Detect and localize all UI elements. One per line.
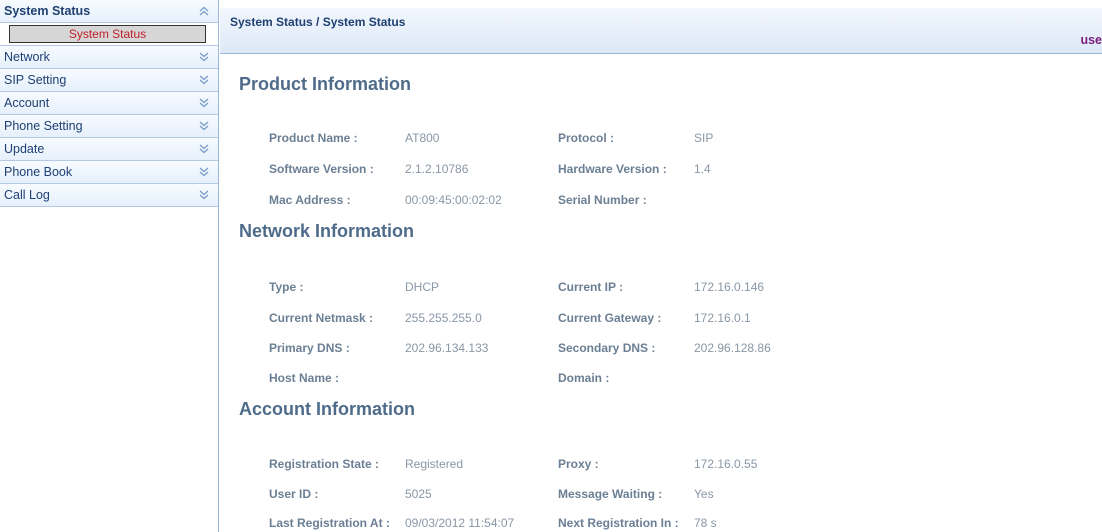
sidebar-item-label: Phone Book (4, 165, 73, 179)
field-value: 78 s (694, 516, 717, 530)
field-value: AT800 (405, 131, 440, 145)
field-label: Hardware Version : (558, 162, 667, 176)
sidebar-item-label: System Status (4, 4, 91, 18)
field-label: User ID : (269, 487, 319, 501)
section-title-account: Account Information (239, 399, 415, 419)
chevron-double-down-icon (199, 52, 209, 62)
field-value: Yes (694, 487, 714, 501)
field-value: 255.255.255.0 (405, 311, 482, 325)
sidebar-item-label: Network (4, 50, 50, 64)
field-value: 202.96.128.86 (694, 341, 771, 355)
field-value: SIP (694, 131, 714, 145)
sidebar-item-network[interactable]: Network (0, 46, 218, 69)
info-row: Current Netmask : 255.255.255.0 Current … (220, 311, 1102, 327)
chevron-double-down-icon (199, 98, 209, 108)
field-label: Protocol : (558, 131, 614, 145)
field-label: Domain : (558, 371, 610, 385)
info-row: Last Registration At : 09/03/2012 11:54:… (220, 516, 1102, 532)
field-label: Product Name : (269, 131, 358, 145)
field-value: 202.96.134.133 (405, 341, 489, 355)
header-bar: System Status / System Status use (220, 8, 1102, 54)
sidebar-item-phone-setting[interactable]: Phone Setting (0, 115, 218, 138)
field-label: Current IP : (558, 280, 624, 294)
field-label: Message Waiting : (558, 487, 663, 501)
chevron-double-down-icon (199, 75, 209, 85)
field-label: Registration State : (269, 457, 380, 471)
field-value: 172.16.0.146 (694, 280, 765, 294)
info-row: Mac Address : 00:09:45:00:02:02 Serial N… (220, 193, 1102, 209)
info-row: Registration State : Registered Proxy : … (220, 457, 1102, 473)
chevron-double-up-icon (199, 6, 209, 16)
main-content: System Status / System Status use Produc… (220, 0, 1102, 532)
chevron-double-down-icon (199, 190, 209, 200)
field-label: Proxy : (558, 457, 599, 471)
field-label: Current Netmask : (269, 311, 374, 325)
field-label: Secondary DNS : (558, 341, 656, 355)
field-value: 2.1.2.10786 (405, 162, 469, 176)
sidebar-item-call-log[interactable]: Call Log (0, 184, 218, 207)
field-value: 5025 (405, 487, 432, 501)
section-title-network: Network Information (239, 221, 415, 241)
info-row: Primary DNS : 202.96.134.133 Secondary D… (220, 341, 1102, 357)
field-label: Primary DNS : (269, 341, 350, 355)
field-value: 1.4 (694, 162, 711, 176)
info-row: Product Name : AT800 Protocol : SIP (220, 131, 1102, 147)
info-row: Host Name : Domain : (220, 371, 1102, 387)
sidebar-item-system-status[interactable]: System Status (0, 0, 218, 23)
sidebar-item-sip-setting[interactable]: SIP Setting (0, 69, 218, 92)
field-label: Mac Address : (269, 193, 351, 207)
sidebar-item-account[interactable]: Account (0, 92, 218, 115)
chevron-double-down-icon (199, 144, 209, 154)
info-row: Software Version : 2.1.2.10786 Hardware … (220, 162, 1102, 178)
sidebar-item-label: Call Log (4, 188, 50, 202)
field-label: Serial Number : (558, 193, 647, 207)
info-row: User ID : 5025 Message Waiting : Yes (220, 487, 1102, 503)
sidebar-item-update[interactable]: Update (0, 138, 218, 161)
field-label: Type : (269, 280, 304, 294)
sidebar-item-label: Update (4, 142, 45, 156)
field-value: 172.16.0.55 (694, 457, 758, 471)
sidebar-item-label: Phone Setting (4, 119, 83, 133)
field-label: Host Name : (269, 371, 340, 385)
field-value: 09/03/2012 11:54:07 (405, 516, 515, 530)
sidebar: System Status System Status Network SIP … (0, 0, 219, 532)
chevron-double-down-icon (199, 167, 209, 177)
sidebar-item-phone-book[interactable]: Phone Book (0, 161, 218, 184)
user-link[interactable]: use (1080, 33, 1102, 47)
field-value: 172.16.0.1 (694, 311, 751, 325)
field-value: DHCP (405, 280, 440, 294)
section-title-product: Product Information (239, 74, 411, 94)
sidebar-item-label: Account (4, 96, 50, 110)
field-label: Last Registration At : (269, 516, 390, 530)
field-value: 00:09:45:00:02:02 (405, 193, 502, 207)
breadcrumb: System Status / System Status (230, 15, 406, 29)
submenu-system-status: System Status (0, 23, 218, 46)
sidebar-item-label: SIP Setting (4, 73, 67, 87)
field-value: Registered (405, 457, 464, 471)
field-label: Software Version : (269, 162, 374, 176)
field-label: Next Registration In : (558, 516, 679, 530)
field-label: Current Gateway : (558, 311, 662, 325)
submenu-item-system-status[interactable]: System Status (9, 25, 206, 43)
chevron-double-down-icon (199, 121, 209, 131)
info-row: Type : DHCP Current IP : 172.16.0.146 (220, 280, 1102, 296)
